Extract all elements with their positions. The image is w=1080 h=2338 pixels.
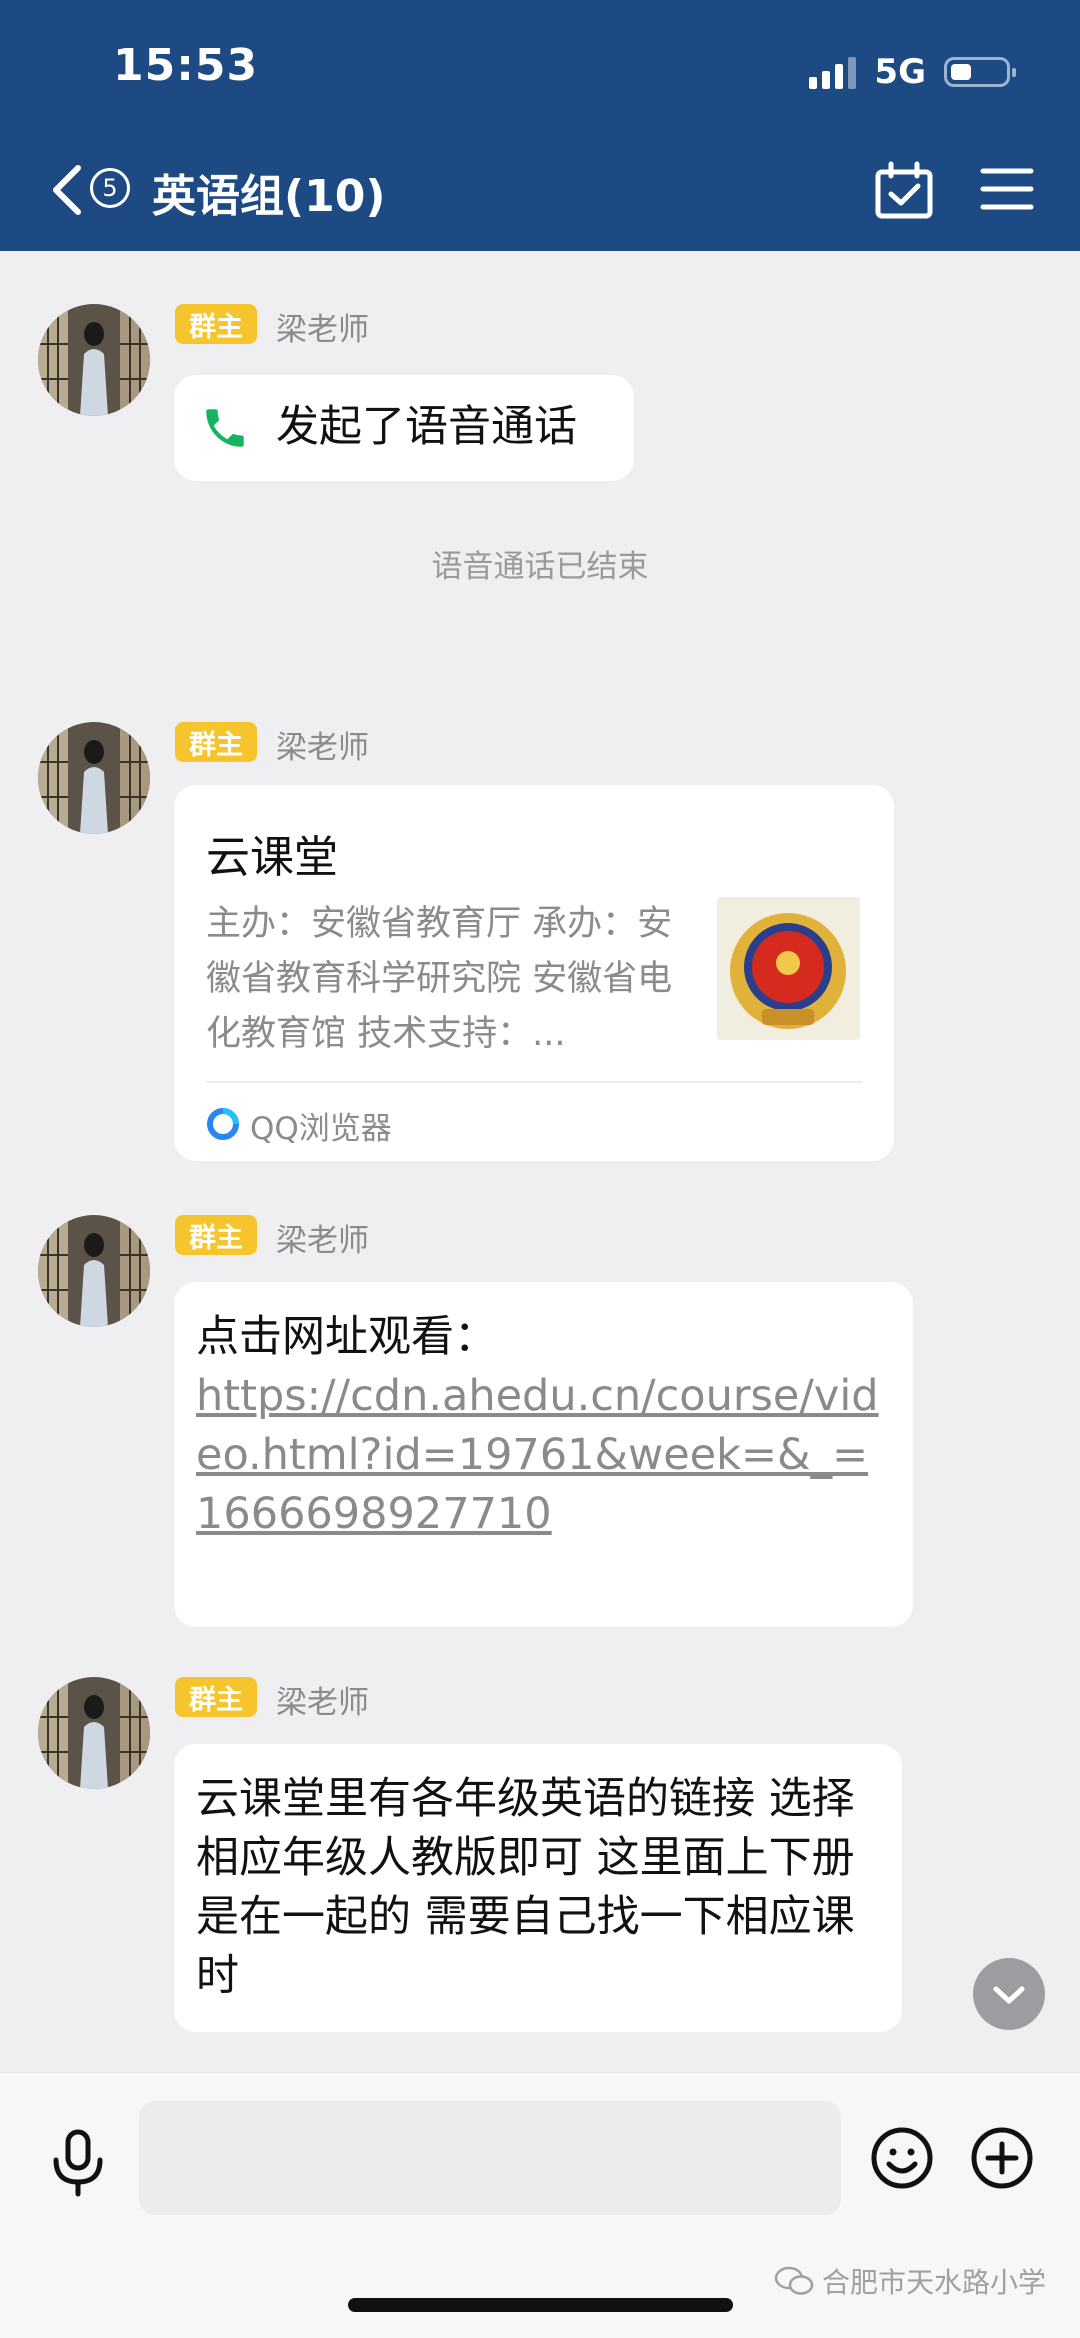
top-bar: 15:53 5G 5 英语组(10): [0, 0, 1080, 251]
owner-badge: 群主: [175, 304, 257, 344]
avatar[interactable]: [38, 722, 150, 834]
owner-badge: 群主: [175, 722, 257, 762]
message-input[interactable]: [139, 2101, 841, 2215]
url-link[interactable]: https://cdn.ahedu.cn/course/video.html?i…: [196, 1367, 891, 1544]
message-text: 点击网址观看：: [196, 1312, 497, 1362]
text-bubble: 云课堂里有各年级英语的链接 选择相应年级人教版即可 这里面上下册是在一起的 需要…: [174, 1744, 902, 2032]
wechat-icon: [774, 2266, 814, 2295]
network-label: 5G: [874, 52, 926, 92]
card-divider: [206, 1081, 862, 1083]
qq-browser-icon: [207, 1108, 239, 1140]
emblem-thumbnail: [717, 897, 860, 1040]
avatar[interactable]: [38, 1677, 150, 1789]
emoji-icon[interactable]: [870, 2126, 934, 2190]
signal-icon: [809, 55, 857, 89]
message-text: 发起了语音通话: [276, 402, 577, 452]
sender-name: 梁老师: [276, 1685, 369, 1721]
scroll-down-button[interactable]: [972, 1957, 1046, 2031]
card-source: QQ浏览器: [250, 1111, 392, 1147]
card-description: 主办：安徽省教育厅 承办：安徽省教育科学研究院 安徽省电化教育馆 技术支持：..…: [206, 904, 673, 1054]
status-time: 15:53: [113, 40, 259, 91]
unread-count-badge[interactable]: 5: [90, 168, 130, 208]
phone-icon: [206, 409, 244, 447]
avatar[interactable]: [38, 304, 150, 416]
sender-name: 梁老师: [276, 312, 369, 348]
sender-name: 梁老师: [276, 1223, 369, 1259]
watermark: 合肥市天水路小学: [774, 2261, 1046, 2301]
sender-name: 梁老师: [276, 730, 369, 766]
owner-badge: 群主: [175, 1677, 257, 1717]
battery-icon: [944, 57, 1016, 87]
home-indicator: [348, 2298, 733, 2312]
voice-call-bubble[interactable]: 发起了语音通话: [174, 375, 634, 481]
avatar[interactable]: [38, 1215, 150, 1327]
menu-icon[interactable]: [980, 166, 1034, 212]
status-icons: 5G: [809, 50, 1016, 94]
microphone-icon[interactable]: [48, 2128, 108, 2198]
chat-title: 英语组(10): [152, 171, 386, 222]
system-note: 语音通话已结束: [431, 549, 649, 585]
owner-badge: 群主: [175, 1215, 257, 1255]
back-arrow-icon[interactable]: [48, 160, 88, 220]
message-text: 云课堂里有各年级英语的链接 选择相应年级人教版即可 这里面上下册是在一起的 需要…: [196, 1774, 855, 2001]
link-card[interactable]: 云课堂 主办：安徽省教育厅 承办：安徽省教育科学研究院 安徽省电化教育馆 技术支…: [174, 785, 894, 1161]
input-bar: 合肥市天水路小学: [0, 2072, 1080, 2338]
calendar-check-icon[interactable]: [874, 160, 934, 220]
watermark-text: 合肥市天水路小学: [821, 2266, 1046, 2299]
plus-icon[interactable]: [970, 2126, 1034, 2190]
card-title: 云课堂: [206, 832, 338, 883]
text-bubble: 点击网址观看： https://cdn.ahedu.cn/course/vide…: [174, 1282, 913, 1627]
